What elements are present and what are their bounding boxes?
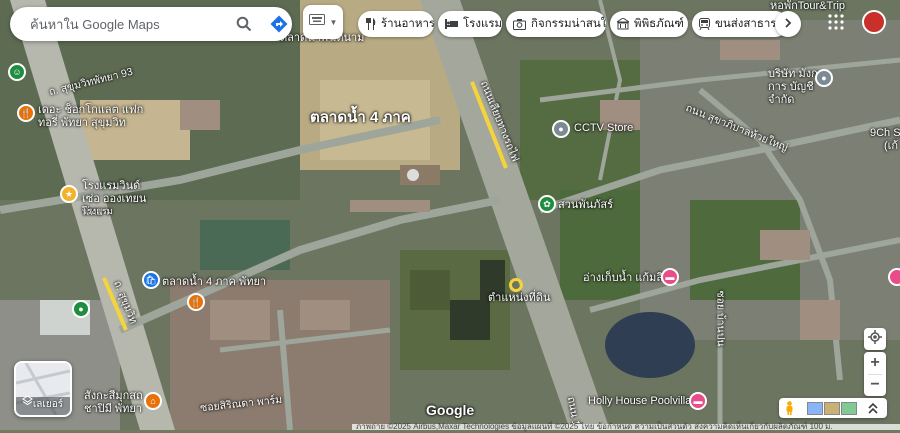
zoom-in-button[interactable]: + [864, 352, 886, 374]
park-edge-pin-icon[interactable]: ☺ [8, 63, 26, 81]
location-marker-icon[interactable] [509, 278, 523, 292]
my-location-button[interactable] [864, 328, 886, 350]
layers-label: เลเยอร์ [32, 399, 64, 410]
chevron-down-icon: ▼ [329, 17, 338, 27]
layers-button[interactable]: เลเยอร์ [14, 361, 72, 417]
cctv-store-pin-icon[interactable]: ● [552, 120, 570, 138]
hotel-icon [445, 18, 458, 31]
chip-hotels[interactable]: โรงแรม [438, 11, 502, 37]
nine-ch-label[interactable]: 9Ch Sp [870, 127, 900, 140]
directions-icon[interactable] [262, 7, 296, 41]
zoom-controls: + − [864, 352, 886, 396]
search-input[interactable] [28, 15, 222, 33]
keyboard-toggle-button[interactable]: ▼ [303, 5, 343, 39]
pegman-icon[interactable] [785, 401, 794, 420]
stadium-label[interactable]: สังกะสีมุกสถ ชาปิมี พัทยา [84, 390, 144, 416]
park-pin-icon[interactable]: ✿ [538, 195, 556, 213]
avatar[interactable] [862, 10, 886, 34]
apps-grid-icon[interactable] [828, 14, 844, 30]
nine-ch-sub-label: (เก้ [884, 140, 899, 152]
transit-icon [699, 18, 710, 31]
chip-label: ร้านอาหาร [381, 18, 434, 30]
camera-icon [513, 18, 526, 31]
chip-transit[interactable]: ขนส่งสาธารณะ [692, 11, 788, 37]
chocolate-factory-label[interactable]: เดอะ ช็อกโกแลต แฟกทอรี่ พัทยา สุขุมวิท [38, 104, 148, 130]
windsor-sub-label: โรงแรม [82, 206, 113, 216]
suan-phan-label[interactable]: สวนพันภัสร์ [558, 199, 613, 212]
restaurant-pin-icon[interactable]: 🍴 [17, 104, 35, 122]
keyboard-icon [308, 13, 327, 31]
search-icon[interactable] [227, 7, 261, 41]
restaurant-icon [365, 18, 376, 31]
imagery-thumbnail-1[interactable] [807, 402, 823, 415]
chip-museums[interactable]: พิพิธภัณฑ์ [610, 11, 688, 37]
imagery-thumbnail-2[interactable] [824, 402, 840, 415]
chips-next-button[interactable] [775, 11, 801, 37]
search-bar[interactable] [10, 7, 292, 41]
zoom-out-button[interactable]: − [864, 374, 886, 396]
hotel-pin-icon[interactable]: ★ [60, 185, 78, 203]
location-label: ตำแหน่งที่ดิน [488, 292, 551, 304]
road-ban-label: ซอย บ้านปน [714, 290, 727, 347]
company-pin-icon[interactable]: ● [815, 69, 833, 87]
expand-up-icon[interactable] [867, 401, 879, 420]
reservoir-label[interactable]: อ่างเก็บน้ำ แก้มลิง [583, 272, 668, 285]
chip-restaurants[interactable]: ร้านอาหาร [358, 11, 434, 37]
cctv-store-label[interactable]: CCTV Store [574, 122, 633, 135]
food-pin-icon[interactable]: 🍴 [187, 293, 205, 311]
chevron-right-icon [784, 15, 792, 33]
holly-house-label[interactable]: Holly House Poolvilla [588, 395, 691, 408]
chip-label: พิพิธภัณฑ์ [634, 18, 684, 30]
my-location-icon [868, 329, 882, 349]
floating-market-pattaya-label[interactable]: ตลาดน้ำ 4 ภาค พัทยา [162, 276, 266, 289]
bottom-right-toolbar [779, 398, 887, 418]
green-pin-icon[interactable]: ● [72, 300, 90, 318]
holly-house-pin-icon[interactable]: ▬ [689, 392, 707, 410]
attribution-text[interactable]: ภาพถ่าย ©2025 Airbus,Maxar Technologies … [356, 420, 833, 433]
stadium-pin-icon[interactable]: ⌂ [144, 392, 162, 410]
chip-label: กิจกรรมน่าสนใจ [531, 18, 606, 30]
floating-market-label[interactable]: ตลาดน้ำ 4 ภาค [310, 110, 411, 125]
hospital-pin-icon[interactable] [888, 268, 900, 286]
museum-icon [617, 18, 629, 31]
attribution-bar: ภาพถ่าย ©2025 Airbus,Maxar Technologies … [352, 422, 900, 431]
shopping-pin-icon[interactable]: 🛍 [142, 271, 160, 289]
chip-things-to-do[interactable]: กิจกรรมน่าสนใจ [506, 11, 606, 37]
tour-trip-label[interactable]: หอพักTour&Trip [770, 0, 845, 13]
chip-label: โรงแรม [463, 18, 502, 30]
reservoir-pin-icon[interactable]: ▬ [661, 268, 679, 286]
google-logo: Google [426, 402, 475, 418]
imagery-thumbnail-3[interactable] [841, 402, 857, 415]
